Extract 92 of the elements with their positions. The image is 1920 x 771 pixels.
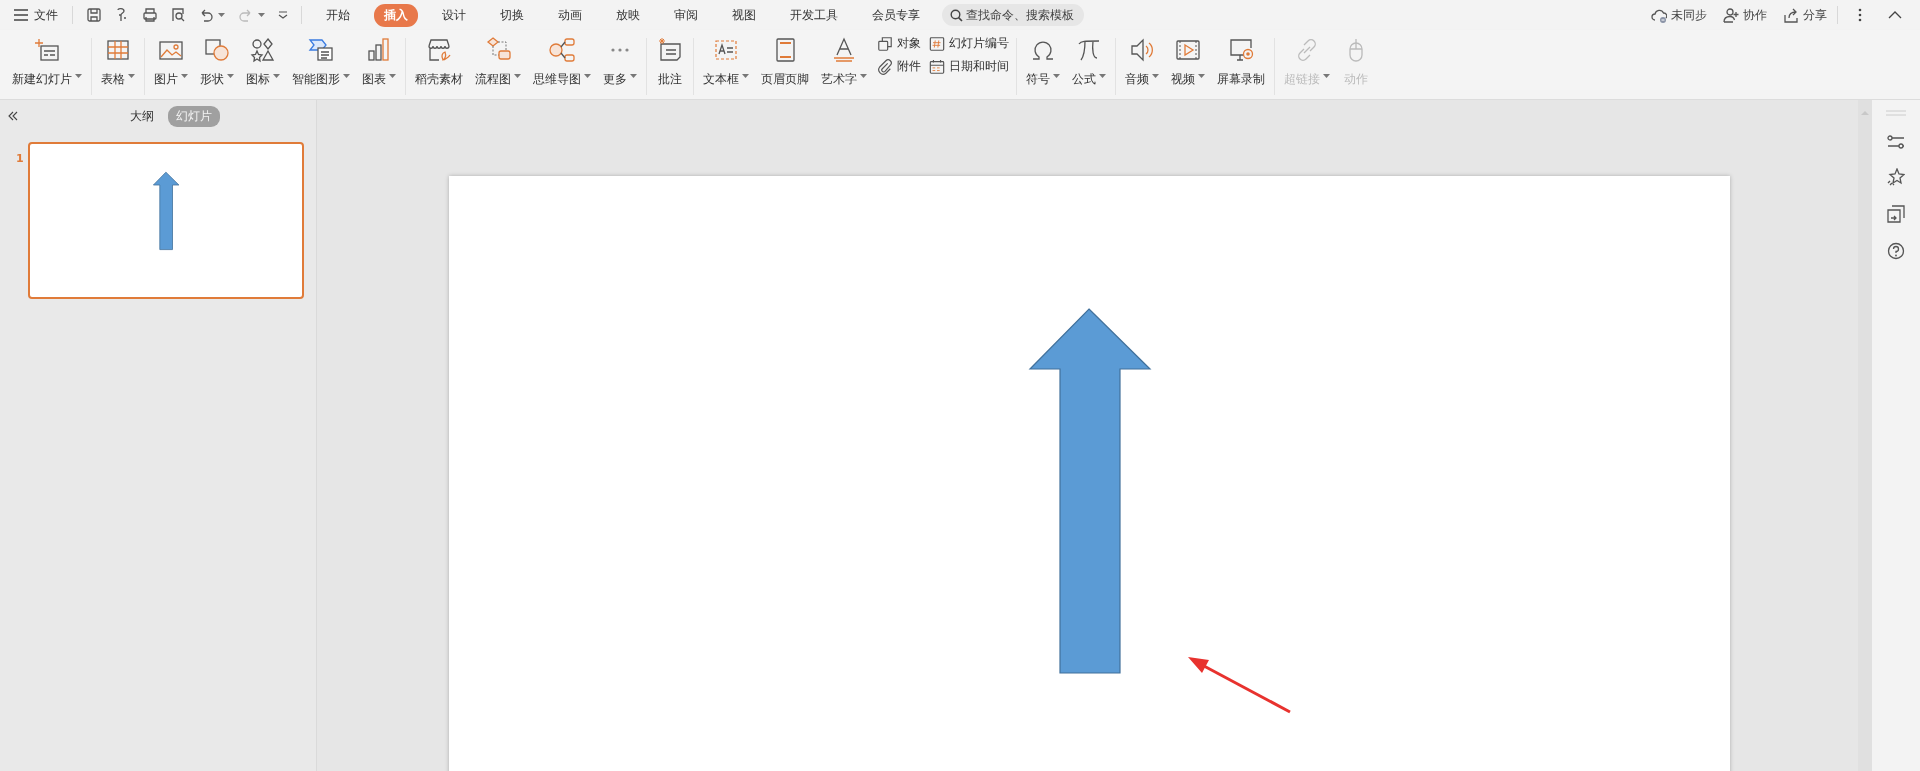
save-icon[interactable] [86, 7, 102, 23]
mind-map-icon [548, 36, 576, 64]
ribbon-tab[interactable]: 设计 [432, 3, 476, 27]
ribbon-button[interactable]: 屏幕录制 [1211, 32, 1271, 99]
top-action-button[interactable]: 协作 [1723, 6, 1767, 24]
caret-icon [1053, 74, 1060, 78]
ribbon-button[interactable]: 稻壳素材 [409, 32, 469, 99]
shapes-grid-icon [249, 36, 277, 64]
monitor-icon [1227, 36, 1255, 64]
hash-box-icon [929, 35, 945, 52]
ribbon-button[interactable]: 音频 [1119, 32, 1165, 99]
arrow-shape[interactable] [1028, 308, 1152, 674]
search-icon [950, 8, 963, 22]
more-icon [610, 47, 630, 53]
ribbon-tab[interactable]: 开发工具 [780, 3, 848, 27]
top-action-button[interactable]: 未同步 [1651, 6, 1707, 24]
ribbon-button[interactable]: 图标 [240, 32, 286, 99]
ribbon-button[interactable]: 智能图形 [286, 32, 356, 99]
ribbon-button[interactable]: 日期和时间 [929, 58, 1009, 75]
ribbon-button[interactable]: 流程图 [469, 32, 527, 99]
caret-icon [1099, 74, 1106, 78]
caret-icon [630, 74, 637, 78]
speaker-icon [1128, 36, 1156, 64]
caret-icon [742, 74, 749, 78]
ribbon-button[interactable]: 形状 [194, 32, 240, 99]
ribbon-tab[interactable]: 会员专享 [862, 3, 930, 27]
search-field[interactable]: 查找命令、搜索模板 [942, 4, 1084, 26]
copy-icon [877, 35, 893, 52]
ribbon-tab[interactable]: 切换 [490, 3, 534, 27]
user-plus-icon [1723, 7, 1739, 23]
customize-caret-icon[interactable] [278, 11, 288, 19]
ribbon-button[interactable]: 页眉页脚 [755, 32, 815, 99]
preview-icon[interactable] [170, 7, 186, 23]
caret-icon [218, 13, 225, 17]
ribbon-button[interactable]: 对象 [877, 35, 921, 52]
slide-plus-icon [33, 36, 61, 64]
ribbon-tab[interactable]: 动画 [548, 3, 592, 27]
file-menu[interactable]: 文件 [14, 6, 58, 24]
caret-icon [860, 74, 867, 78]
caret-icon [389, 74, 396, 78]
ribbon-button[interactable]: 更多 [597, 32, 643, 99]
star-icon[interactable] [1887, 168, 1905, 186]
ribbon-button[interactable]: 思维导图 [527, 32, 597, 99]
sliders-icon[interactable] [1887, 135, 1905, 149]
diagram-icon [307, 36, 335, 64]
cloud-icon [1651, 7, 1667, 23]
more-icon[interactable] [1858, 8, 1862, 22]
collapse-panel-icon[interactable] [8, 111, 18, 121]
caret-icon [181, 74, 188, 78]
ribbon-button[interactable]: 图片 [148, 32, 194, 99]
ribbon-button[interactable]: 艺术字 [815, 32, 873, 99]
screen-icon[interactable] [1887, 205, 1905, 223]
ribbon-button[interactable]: 附件 [877, 58, 921, 75]
caret-icon [258, 13, 265, 17]
ribbon-button[interactable]: 表格 [95, 32, 141, 99]
ribbon-button[interactable]: 图表 [356, 32, 402, 99]
collapse-icon[interactable] [1888, 11, 1902, 19]
ribbon-button[interactable]: 视频 [1165, 32, 1211, 99]
caret-icon [1323, 74, 1330, 78]
ribbon-button[interactable]: 幻灯片编号 [929, 35, 1009, 52]
caret-icon [514, 74, 521, 78]
ribbon-tab[interactable]: 审阅 [664, 3, 708, 27]
shop-icon [425, 36, 453, 64]
calendar-icon [929, 58, 945, 75]
caret-icon [128, 74, 135, 78]
ribbon-button[interactable]: 新建幻灯片 [6, 32, 88, 99]
ribbon-button[interactable]: 公式 [1066, 32, 1112, 99]
ribbon-tab[interactable]: 放映 [606, 3, 650, 27]
caret-icon [584, 74, 591, 78]
ribbon-button[interactable]: 符号 [1020, 32, 1066, 99]
caret-icon [343, 74, 350, 78]
caret-icon [1198, 74, 1205, 78]
note-icon [656, 36, 684, 64]
caret-icon [273, 74, 280, 78]
paperclip-icon [877, 58, 893, 75]
slide-number: 1 [16, 151, 22, 165]
share-icon [1783, 7, 1799, 23]
slide-thumbnail[interactable] [28, 142, 304, 299]
ribbon-tab[interactable]: 视图 [722, 3, 766, 27]
caret-icon [227, 74, 234, 78]
ribbon-button[interactable]: 文本框 [697, 32, 755, 99]
caret-icon [1152, 74, 1159, 78]
help-icon[interactable] [1887, 242, 1905, 260]
ribbon-tab[interactable]: 开始 [316, 3, 360, 27]
panel-tab[interactable]: 大纲 [122, 105, 162, 127]
shapes-icon [203, 36, 231, 64]
top-action-button[interactable]: 分享 [1783, 6, 1827, 24]
print-icon[interactable] [142, 7, 158, 23]
caret-icon [75, 74, 82, 78]
ribbon-button[interactable]: 批注 [650, 32, 690, 99]
menu-icon[interactable] [14, 9, 28, 21]
scrollbar[interactable] [1858, 100, 1872, 771]
